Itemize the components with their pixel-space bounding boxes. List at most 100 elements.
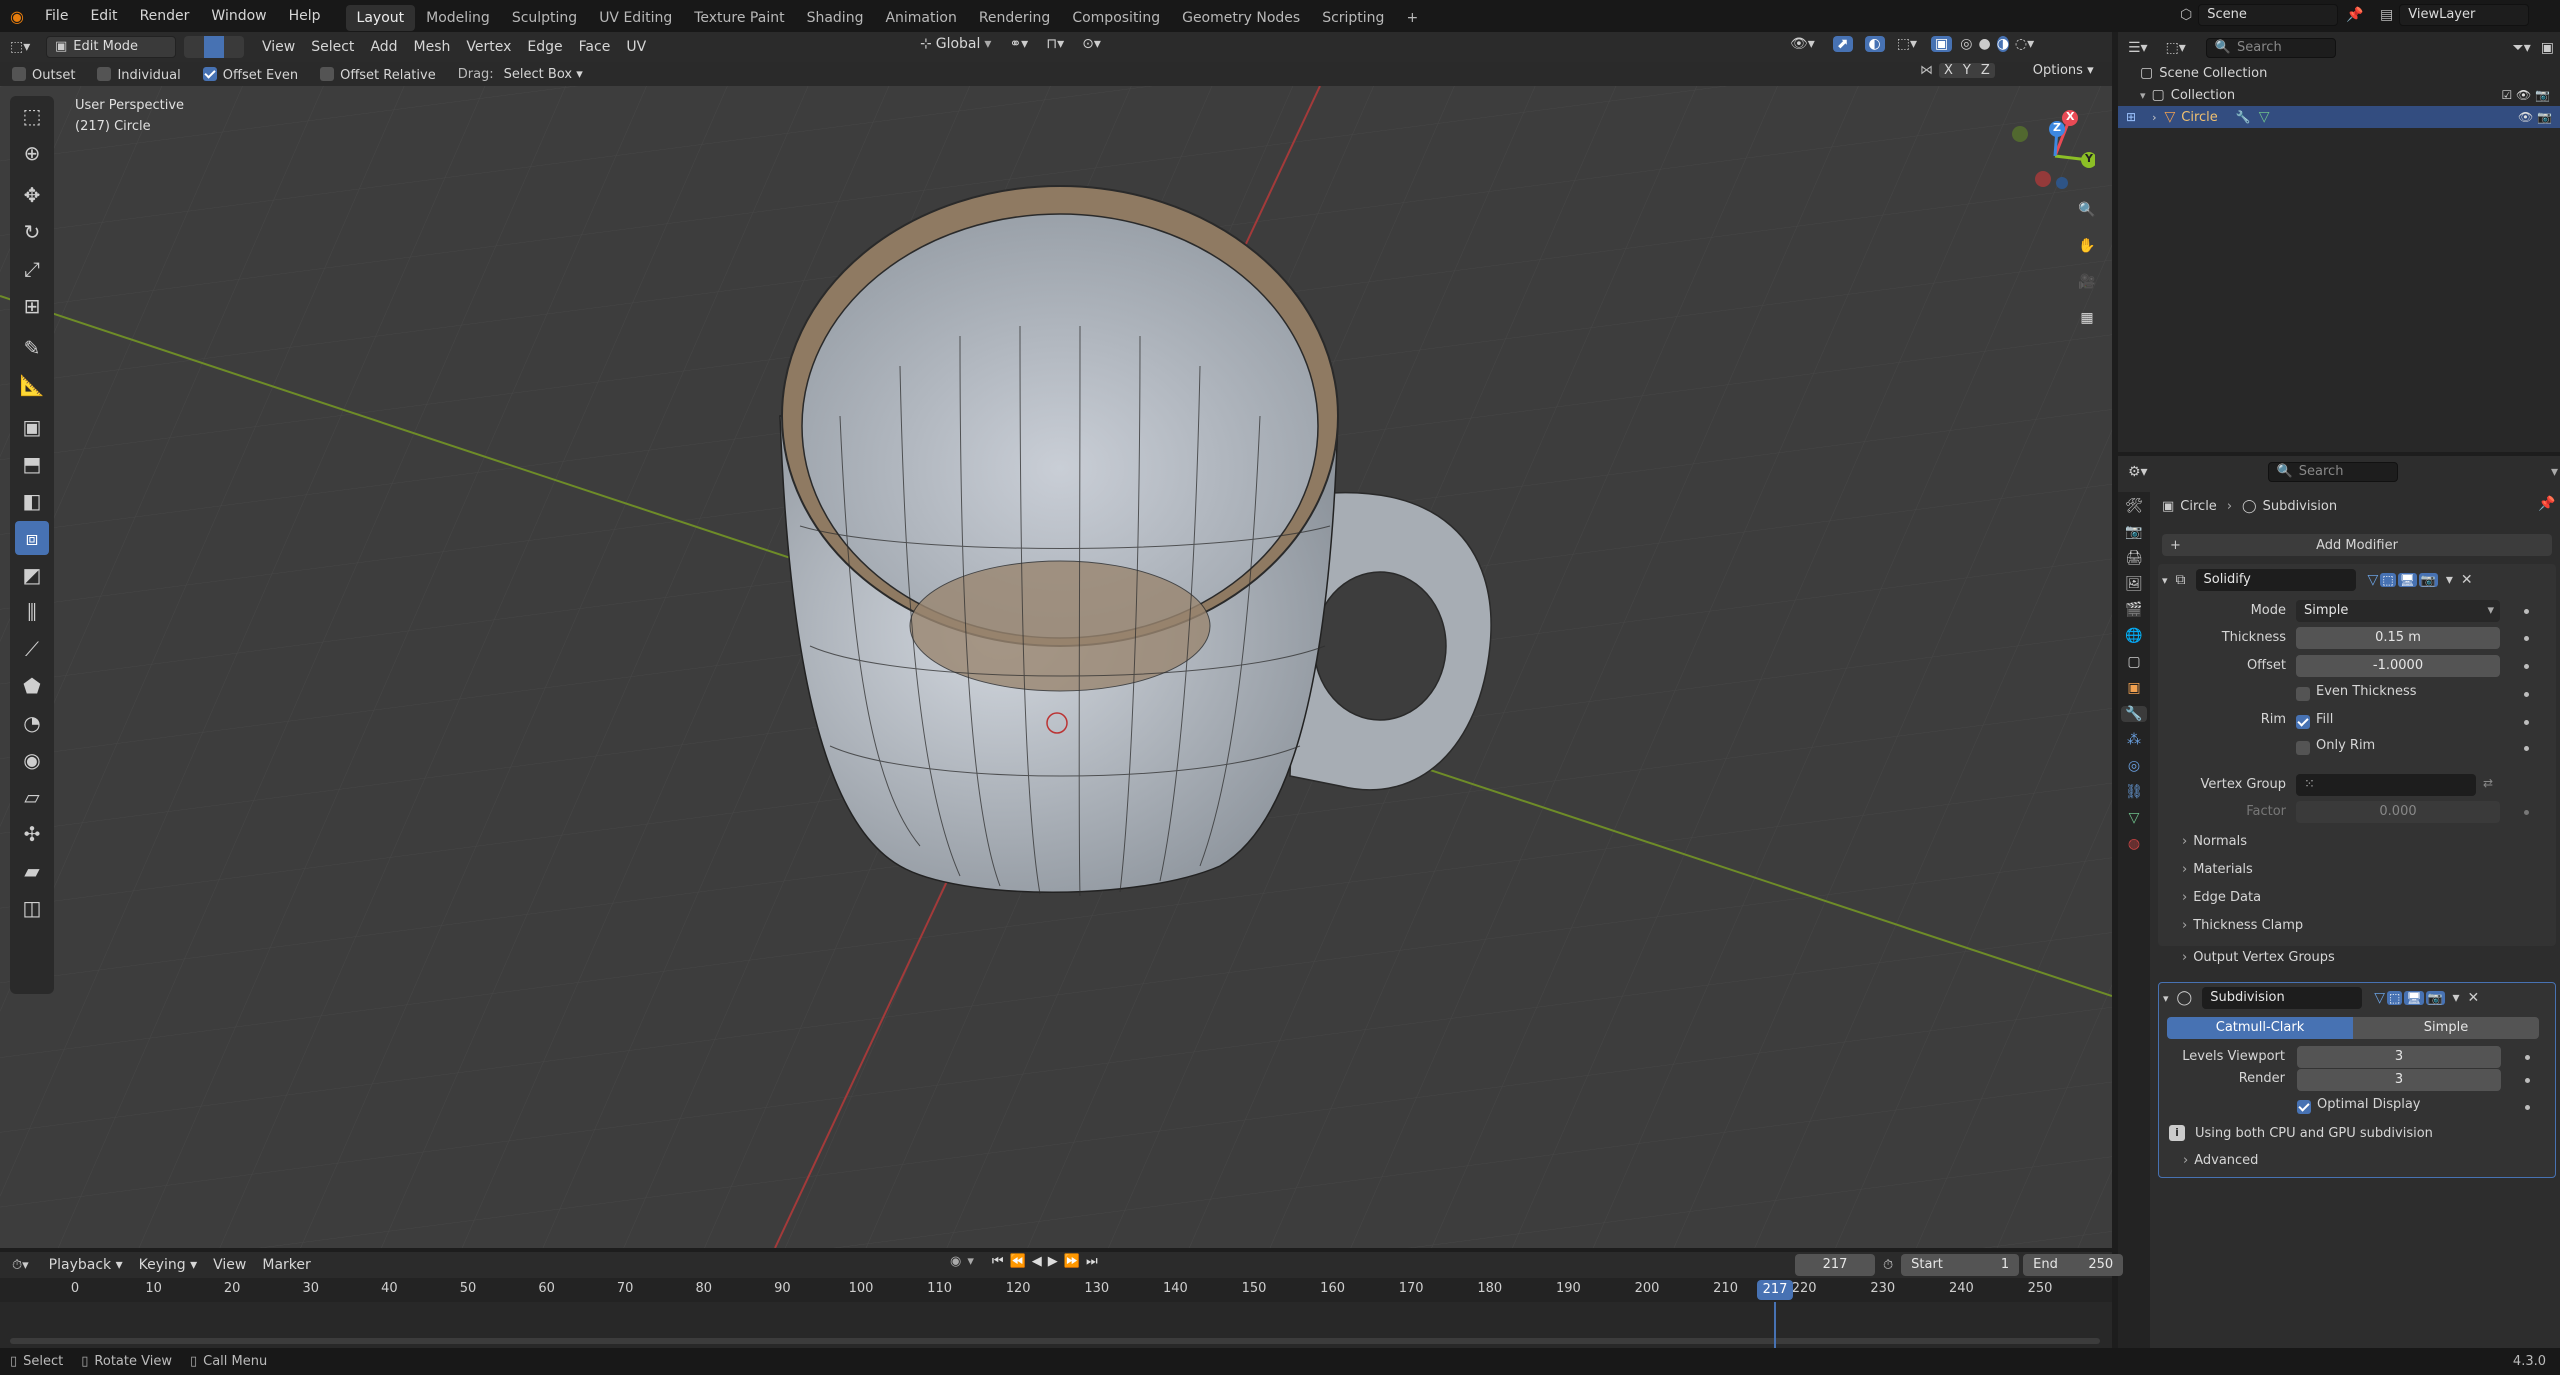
smooth-tool-icon[interactable]: ◉: [15, 743, 49, 777]
pivot-icon[interactable]: ⚭▾: [1009, 36, 1028, 52]
navigation-gizmo[interactable]: X Y Z: [2005, 106, 2097, 196]
only-rim-checkbox[interactable]: Only Rim: [2296, 738, 2375, 755]
playback-menu[interactable]: Playback ▾: [41, 1253, 131, 1277]
jump-end-icon[interactable]: ⏭: [1086, 1254, 1098, 1269]
transform-tool-icon[interactable]: ⊞: [15, 289, 49, 323]
menu-view[interactable]: View: [254, 35, 303, 59]
constraints-tab-icon[interactable]: ⛓: [2125, 784, 2143, 800]
gizmo-icon[interactable]: ⬈: [1832, 36, 1853, 52]
shrink-fatten-tool-icon[interactable]: ✣: [15, 817, 49, 851]
menu-mesh[interactable]: Mesh: [406, 35, 459, 59]
collapse-arrow-icon[interactable]: ▾: [2163, 992, 2169, 1005]
tab-scripting[interactable]: Scripting: [1311, 5, 1395, 31]
current-frame-field[interactable]: 217: [1795, 1254, 1875, 1276]
3d-viewport[interactable]: User Perspective (217) Circle X Y Z 🔍 ✋ …: [0, 86, 2112, 1248]
pan-hand-icon[interactable]: ✋: [2073, 232, 2101, 260]
jump-start-icon[interactable]: ⏮: [992, 1254, 1004, 1269]
material-tab-icon[interactable]: ◍: [2128, 836, 2140, 852]
expand-arrow-icon[interactable]: ›: [2152, 111, 2156, 124]
normals-section[interactable]: › Normals: [2182, 834, 2247, 849]
close-icon[interactable]: ✕: [2468, 990, 2480, 1006]
vertex-select-icon[interactable]: [184, 36, 204, 58]
menu-add[interactable]: Add: [362, 35, 405, 59]
keyframe-dot[interactable]: [2524, 664, 2529, 669]
object-tab-icon[interactable]: ▣: [2127, 680, 2140, 696]
individual-checkbox[interactable]: Individual: [97, 65, 181, 83]
keyframe-dot[interactable]: [2525, 1078, 2530, 1083]
output-tab-icon[interactable]: 🖨: [2125, 550, 2143, 566]
properties-editor-icon[interactable]: ⚙▾: [2128, 464, 2148, 480]
face-select-icon[interactable]: [224, 36, 244, 58]
outliner-editor-icon[interactable]: ☰▾: [2128, 40, 2148, 56]
overlay-icon[interactable]: ◐: [1864, 36, 1885, 52]
scene-selector[interactable]: Scene: [2198, 4, 2339, 26]
view-layer-tab-icon[interactable]: 🖼: [2125, 576, 2143, 592]
axis-z-toggle[interactable]: Z: [1975, 63, 1995, 78]
rim-fill-checkbox[interactable]: Fill: [2296, 712, 2333, 729]
levels-viewport-field[interactable]: 3: [2297, 1046, 2501, 1068]
expand-arrow-icon[interactable]: ▾: [2140, 89, 2146, 102]
move-tool-icon[interactable]: ✥: [15, 178, 49, 212]
editmode-indicator-icon[interactable]: ⊞: [2126, 110, 2136, 124]
material-shading-icon[interactable]: ◑: [1996, 36, 2009, 52]
select-box-tool-icon[interactable]: ⬚: [15, 99, 49, 133]
menu-face[interactable]: Face: [571, 35, 619, 59]
render-levels-field[interactable]: 3: [2297, 1069, 2501, 1091]
playhead-frame-indicator[interactable]: 217: [1757, 1280, 1793, 1300]
solid-shading-icon[interactable]: ●: [1978, 36, 1990, 52]
timeline-editor-icon[interactable]: ⏱▾: [12, 1258, 29, 1273]
thickness-clamp-section[interactable]: › Thickness Clamp: [2182, 918, 2303, 933]
tab-shading[interactable]: Shading: [796, 5, 875, 31]
even-thickness-checkbox[interactable]: Even Thickness: [2296, 684, 2417, 701]
wireframe-shading-icon[interactable]: ◎: [1960, 36, 1972, 52]
cursor-tool-icon[interactable]: ⊕: [15, 136, 49, 170]
advanced-section[interactable]: › Advanced: [2183, 1153, 2258, 1168]
solidify-name-field[interactable]: Solidify: [2195, 569, 2356, 591]
edge-select-icon[interactable]: [204, 36, 224, 58]
edge-slide-tool-icon[interactable]: ▱: [15, 780, 49, 814]
timeline-area[interactable]: 0 10 20 30 40 50 60 70 80 90 100 110 120 130 140 150 160…: [0, 1278, 2112, 1348]
properties-search-input[interactable]: 🔍 Search: [2267, 462, 2398, 482]
tab-layout[interactable]: Layout: [345, 4, 416, 31]
tab-sculpting[interactable]: Sculpting: [501, 5, 588, 31]
chevron-down-icon[interactable]: ▾: [967, 1254, 974, 1269]
menu-render[interactable]: Render: [129, 0, 201, 32]
editor-type-icon[interactable]: ⬚▾: [10, 39, 46, 55]
collection-row[interactable]: ▾ ▢ Collection ☑ 👁 📷: [2140, 84, 2550, 106]
play-icon[interactable]: ▶: [1048, 1254, 1058, 1269]
ortho-toggle-icon[interactable]: ▦: [2073, 304, 2101, 332]
subdivision-name-field[interactable]: Subdivision: [2202, 987, 2363, 1009]
outliner-item-circle[interactable]: ⊞ › ▽ Circle 🔧 ▽ 👁 📷: [2118, 106, 2560, 128]
close-icon[interactable]: ✕: [2461, 572, 2473, 588]
blender-logo-icon[interactable]: ◉: [0, 7, 34, 26]
object-visibility-icons[interactable]: 👁 📷: [2518, 110, 2552, 124]
mode-dropdown[interactable]: Simple ▾: [2296, 600, 2500, 622]
timeline-scrollbar[interactable]: [10, 1338, 2100, 1344]
add-cube-tool-icon[interactable]: ▣: [15, 410, 49, 444]
mode-selector[interactable]: ▣ Edit Mode: [46, 36, 176, 58]
vertex-group-field[interactable]: ⁙: [2296, 774, 2476, 796]
collapse-arrow-icon[interactable]: ▾: [2162, 574, 2168, 587]
keyframe-dot[interactable]: [2524, 746, 2529, 751]
extrude-region-icon[interactable]: ◧: [15, 484, 49, 518]
viewport-canvas[interactable]: [0, 86, 2112, 1248]
physics-tab-icon[interactable]: ◎: [2128, 758, 2140, 774]
keying-menu[interactable]: Keying ▾: [131, 1253, 206, 1277]
annotate-tool-icon[interactable]: ✎: [15, 331, 49, 365]
transform-orientation-dropdown[interactable]: Global: [936, 36, 981, 52]
proportional-edit-icon[interactable]: ⊙▾: [1082, 36, 1101, 52]
visibility-icon[interactable]: 👁▾: [1790, 36, 1815, 52]
marker-menu[interactable]: Marker: [254, 1253, 318, 1277]
cage-toggle-icon[interactable]: ⬚: [2386, 991, 2403, 1005]
inset-faces-tool-icon[interactable]: ⧈: [15, 521, 49, 555]
particles-tab-icon[interactable]: ⁂: [2127, 732, 2141, 748]
keyframe-dot[interactable]: [2524, 609, 2529, 614]
factor-field[interactable]: 0.000: [2296, 801, 2500, 823]
world-tab-icon[interactable]: 🌐: [2125, 628, 2142, 644]
tab-animation[interactable]: Animation: [874, 5, 967, 31]
keyframe-dot[interactable]: [2524, 692, 2529, 697]
rip-region-tool-icon[interactable]: ◫: [15, 891, 49, 925]
poly-build-tool-icon[interactable]: ⬟: [15, 669, 49, 703]
stopwatch-icon[interactable]: ⏱: [1883, 1258, 1893, 1273]
tab-uv-editing[interactable]: UV Editing: [588, 5, 683, 31]
